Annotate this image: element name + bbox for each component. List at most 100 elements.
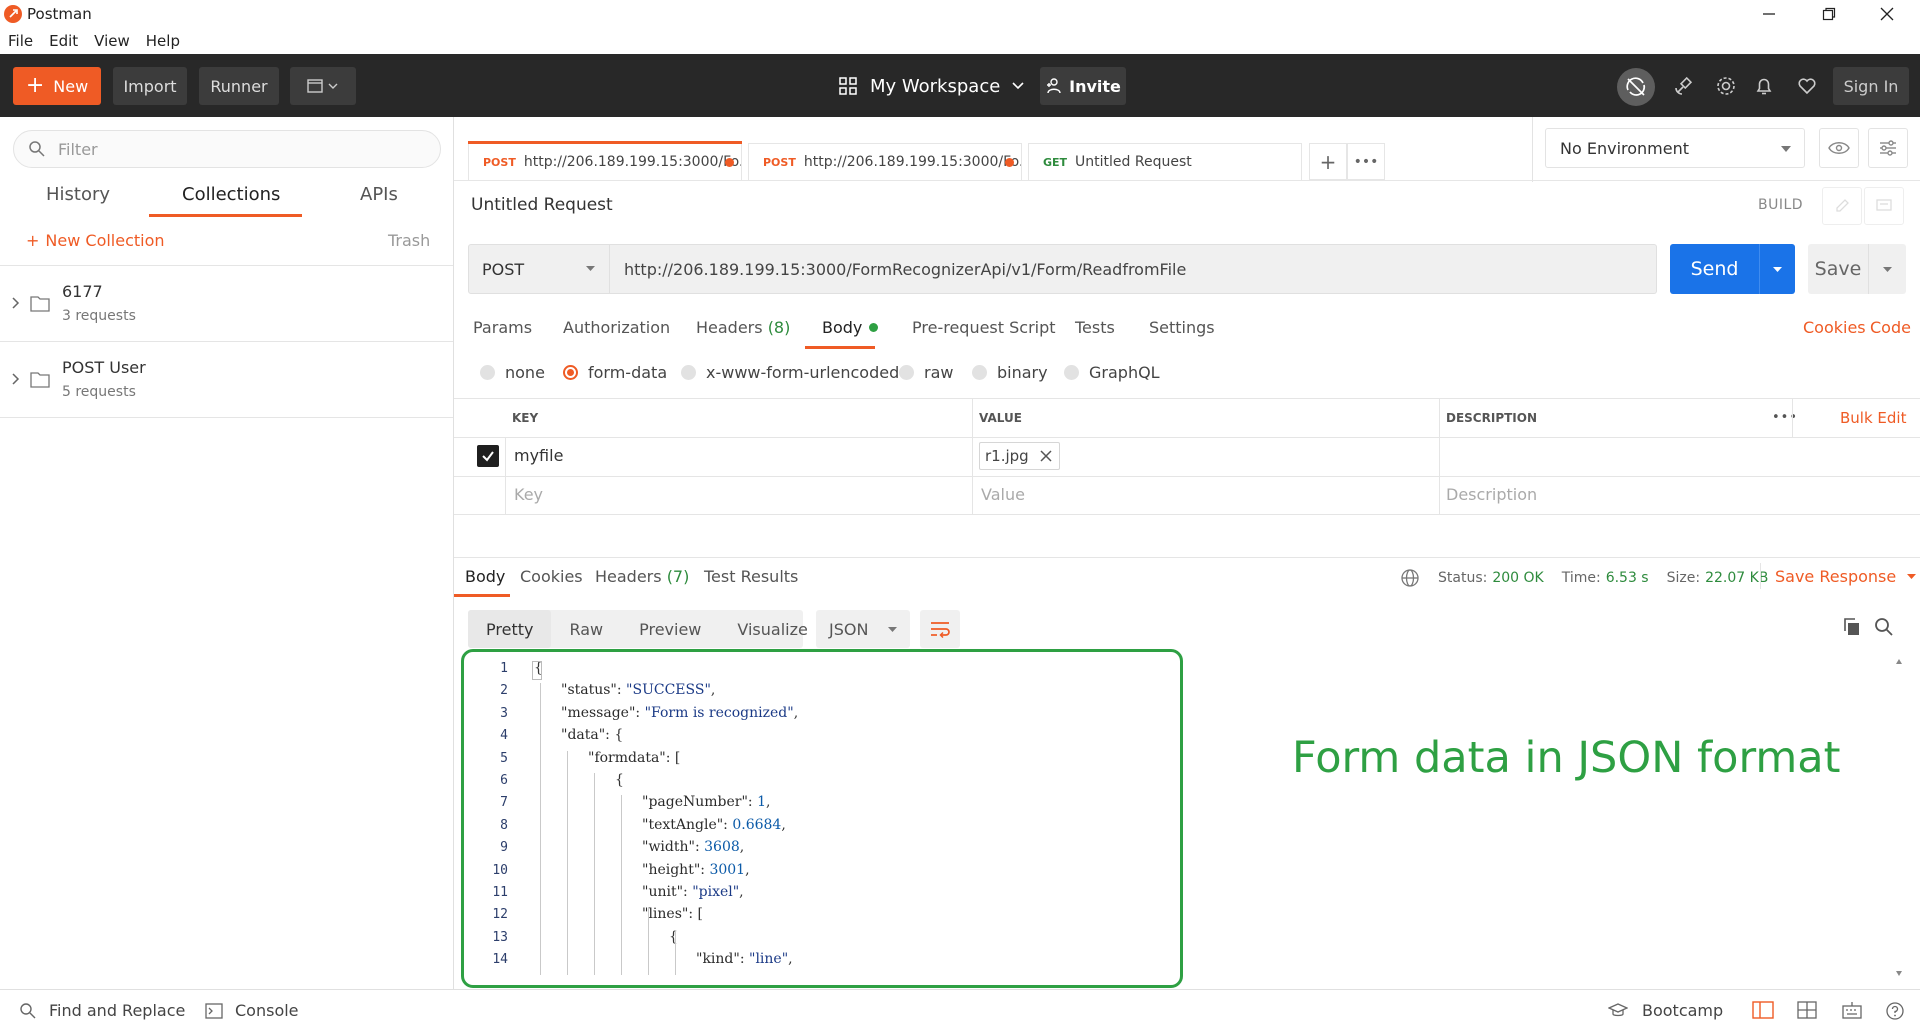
import-button[interactable]: Import — [113, 67, 187, 105]
keyboard-shortcuts-icon[interactable] — [1842, 1001, 1862, 1019]
tab-params[interactable]: Params — [473, 318, 532, 337]
language-select[interactable]: JSON — [816, 610, 910, 648]
environment-select[interactable]: No Environment — [1545, 128, 1805, 168]
body-type-none[interactable]: none — [480, 363, 545, 382]
collection-item[interactable]: POST User 5 requests — [0, 342, 453, 418]
send-button[interactable]: Send — [1670, 244, 1759, 294]
body-type-binary[interactable]: binary — [972, 363, 1048, 382]
code-link[interactable]: Code — [1870, 318, 1911, 337]
open-new-window-button[interactable] — [290, 67, 356, 105]
menu-help[interactable]: Help — [146, 32, 180, 50]
request-tab[interactable]: POST http://206.189.199.15:3000/Fo... — [468, 143, 742, 180]
tab-collections[interactable]: Collections — [182, 184, 280, 205]
key-field[interactable]: myfile — [514, 446, 563, 465]
sync-status-button[interactable] — [1617, 68, 1655, 106]
body-type-graphql[interactable]: GraphQL — [1064, 363, 1160, 382]
new-description-field[interactable]: Description — [1446, 485, 1537, 504]
request-title[interactable]: Untitled Request — [471, 195, 613, 215]
body-type-form-data[interactable]: form-data — [563, 363, 667, 382]
comments-button[interactable] — [1864, 187, 1904, 225]
restore-button[interactable] — [1800, 0, 1858, 28]
minimize-button[interactable] — [1740, 0, 1798, 28]
trash-link[interactable]: Trash — [388, 231, 430, 250]
code-line: "textAngle": 0.6684, — [642, 816, 786, 833]
url-input[interactable]: http://206.189.199.15:3000/FormRecognize… — [610, 244, 1657, 294]
new-window-icon — [307, 79, 338, 93]
response-tab-headers[interactable]: Headers (7) — [595, 567, 689, 586]
method-select[interactable]: POST — [468, 244, 610, 294]
bootcamp-button[interactable]: Bootcamp — [1608, 1001, 1723, 1020]
manage-environments-button[interactable] — [1868, 128, 1908, 168]
find-and-replace-button[interactable]: Find and Replace — [19, 1001, 185, 1020]
tab-authorization[interactable]: Authorization — [563, 318, 670, 337]
heart-icon[interactable] — [1793, 72, 1821, 100]
response-tab-cookies[interactable]: Cookies — [520, 567, 583, 586]
status-value[interactable]: 200 OK — [1492, 570, 1543, 586]
menu-file[interactable]: File — [8, 32, 33, 50]
save-button[interactable]: Save — [1808, 244, 1868, 294]
filter-input[interactable]: Filter — [13, 130, 441, 168]
notifications-bell-icon[interactable] — [1750, 72, 1778, 100]
collection-item[interactable]: 6177 3 requests — [0, 266, 453, 342]
request-tab[interactable]: GET Untitled Request — [1028, 143, 1302, 180]
runner-button[interactable]: Runner — [199, 67, 279, 105]
file-chip[interactable]: r1.jpg — [979, 442, 1060, 470]
tab-tests[interactable]: Tests — [1075, 318, 1115, 337]
response-tab-body[interactable]: Body — [465, 567, 505, 586]
active-request-tab-indicator — [468, 141, 742, 144]
cookies-link[interactable]: Cookies — [1803, 318, 1866, 337]
browse-view-icon[interactable] — [1797, 1001, 1817, 1019]
edit-button[interactable] — [1822, 187, 1862, 225]
response-tab-test-results[interactable]: Test Results — [704, 567, 798, 586]
environment-quick-look-button[interactable] — [1819, 128, 1859, 168]
workspace-selector[interactable]: My Workspace — [838, 67, 1028, 105]
body-type-urlencoded[interactable]: x-www-form-urlencoded — [681, 363, 899, 382]
invite-button[interactable]: Invite — [1040, 67, 1126, 105]
help-icon[interactable] — [1885, 1001, 1905, 1021]
code-line: "unit": "pixel", — [642, 884, 744, 900]
tab-apis[interactable]: APIs — [360, 184, 398, 205]
bulk-edit-link[interactable]: Bulk Edit — [1840, 409, 1906, 427]
copy-icon[interactable] — [1842, 617, 1862, 637]
two-pane-view-icon[interactable] — [1752, 1001, 1774, 1019]
format-raw[interactable]: Raw — [551, 620, 621, 639]
save-response-button[interactable]: Save Response — [1775, 567, 1917, 586]
body-type-raw[interactable]: raw — [899, 363, 953, 382]
build-mode-label[interactable]: BUILD — [1758, 197, 1803, 213]
new-key-field[interactable]: Key — [514, 485, 543, 504]
sign-in-button[interactable]: Sign In — [1833, 67, 1909, 105]
tab-body[interactable]: Body — [822, 318, 879, 337]
time-value[interactable]: 6.53 s — [1606, 570, 1649, 586]
wrap-lines-button[interactable] — [920, 610, 960, 648]
console-button[interactable]: Console — [205, 1001, 299, 1020]
format-preview[interactable]: Preview — [621, 620, 719, 639]
tab-pre-request-script[interactable]: Pre-request Script — [912, 318, 1056, 337]
request-tab[interactable]: POST http://206.189.199.15:3000/Fo... — [748, 143, 1022, 180]
save-options-button[interactable] — [1868, 244, 1906, 294]
more-icon[interactable]: ••• — [1772, 410, 1798, 425]
satellite-icon[interactable] — [1670, 72, 1698, 100]
plus-icon: + — [26, 231, 40, 250]
search-icon[interactable] — [1874, 617, 1894, 637]
row-enabled-checkbox[interactable] — [477, 445, 499, 467]
tab-headers[interactable]: Headers (8) — [696, 318, 790, 337]
app-header: + New Import Runner My Workspace Invite … — [0, 54, 1920, 117]
add-tab-button[interactable]: + — [1309, 143, 1347, 180]
new-button[interactable]: + New — [13, 67, 101, 105]
close-icon[interactable] — [1037, 447, 1055, 465]
send-options-button[interactable] — [1759, 244, 1795, 294]
format-pretty[interactable]: Pretty — [468, 610, 552, 648]
size-value[interactable]: 22.07 KB — [1705, 570, 1768, 586]
new-collection-button[interactable]: + New Collection — [26, 231, 165, 250]
tab-history[interactable]: History — [46, 184, 110, 205]
format-visualize[interactable]: Visualize — [719, 620, 825, 639]
menu-view[interactable]: View — [94, 32, 130, 50]
scrollbar[interactable] — [1893, 658, 1905, 978]
menu-edit[interactable]: Edit — [49, 32, 78, 50]
globe-icon[interactable] — [1400, 568, 1420, 588]
new-value-field[interactable]: Value — [981, 485, 1025, 504]
tab-settings[interactable]: Settings — [1149, 318, 1215, 337]
settings-gear-icon[interactable] — [1712, 72, 1740, 100]
tab-options-button[interactable]: ••• — [1347, 143, 1385, 180]
close-window-button[interactable] — [1858, 0, 1916, 28]
